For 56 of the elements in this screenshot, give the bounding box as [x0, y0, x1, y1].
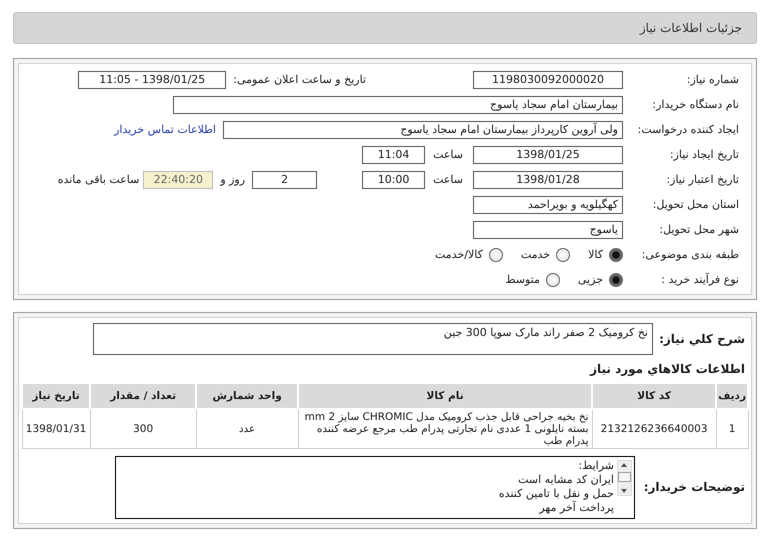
- column-header: نام کالا: [298, 383, 592, 409]
- table-cell: 1: [716, 409, 748, 448]
- column-header: کد کالا: [592, 383, 716, 409]
- field-label: ساعت: [433, 173, 463, 186]
- column-header: ردیف: [716, 383, 748, 409]
- section-title: اطلاعات کالاهاي مورد نياز: [590, 362, 745, 376]
- radio-button[interactable]: [609, 248, 623, 262]
- column-header: تاریخ نیاز: [22, 383, 90, 409]
- radio-label: کالا: [588, 248, 603, 261]
- text-field[interactable]: یاسوج: [473, 220, 623, 238]
- text-area[interactable]: نخ کرومیک 2 صفر راند مارک سوپا 300 جین: [93, 323, 653, 355]
- table-cell: 1398/01/31: [22, 409, 90, 448]
- column-header: واحد شمارش: [196, 383, 298, 409]
- text-field[interactable]: 1398/01/25: [473, 146, 623, 164]
- field-label: ساعت: [433, 148, 463, 161]
- field-label: توضیحات خریدار:: [642, 480, 746, 494]
- table-cell: نخ بخیه جراحی قابل جذب کرومیک مدل CHROMIC سایز 2 mm بسته نایلونی 1 عددی نام تجارتی پدرام طب مرجع عرضه کننده پدرام طب: [298, 409, 592, 448]
- field-label: شرح کلي نياز:: [658, 332, 746, 346]
- text-field[interactable]: بیمارستان امام سجاد یاسوج: [173, 96, 623, 114]
- scrollbar[interactable]: [617, 460, 632, 496]
- text-field[interactable]: 11:04: [362, 146, 426, 164]
- text-field[interactable]: 2: [252, 170, 318, 188]
- radio-button[interactable]: [556, 248, 570, 262]
- field-label: تاریخ و ساعت اعلان عمومی:: [233, 73, 366, 86]
- page-title: جزئیات اطلاعات نیاز: [640, 21, 742, 35]
- countdown-field: 22:40:20: [143, 170, 214, 188]
- text-field[interactable]: 1198030092000020: [473, 70, 623, 88]
- radio-label: جزیی: [578, 273, 603, 286]
- field-label: استان محل تحویل:: [652, 198, 740, 211]
- text-field[interactable]: 10:00: [362, 170, 426, 188]
- text-field[interactable]: 1398/01/28: [473, 170, 623, 188]
- radio-button[interactable]: [546, 272, 560, 286]
- field-label: نام دستگاه خریدار:: [651, 98, 740, 111]
- contact-link[interactable]: اطلاعات تماس خریدار: [114, 123, 216, 136]
- table-cell: 2132126236640003: [592, 409, 716, 448]
- field-label: طبقه بندی موضوعی:: [640, 248, 740, 261]
- field-label: شهر محل تحویل:: [658, 223, 740, 236]
- column-header: تعداد / مقدار: [90, 383, 196, 409]
- text-field[interactable]: 1398/01/25 - 11:05: [78, 70, 226, 88]
- field-label: تاریخ ایجاد نیاز:: [668, 148, 740, 161]
- radio-label: کالا/خدمت: [435, 248, 483, 261]
- text-field[interactable]: کهگیلویه و بویراحمد: [473, 196, 623, 214]
- table-cell: عدد: [196, 409, 298, 448]
- radio-label: متوسط: [505, 273, 540, 286]
- field-label: ساعت باقی مانده: [58, 173, 140, 186]
- field-label: تاریخ اعتبار نیاز:: [665, 173, 740, 186]
- field-label: شماره نیاز:: [686, 73, 740, 86]
- radio-button[interactable]: [609, 272, 623, 286]
- radio-button[interactable]: [488, 248, 503, 262]
- field-label: ایجاد کننده درخواست:: [636, 123, 740, 136]
- text-area[interactable]: شرایط: ایران کد مشابه است حمل و نقل با تامین کننده پرداخت آخر مهر: [115, 456, 635, 518]
- field-label: نوع فرآیند خرید :: [660, 273, 740, 286]
- text-field[interactable]: ولی آروین کارپرداز بیمارستان امام سجاد یاسوج: [223, 120, 623, 138]
- field-label: روز و: [220, 173, 246, 186]
- table-cell: 300: [90, 409, 196, 448]
- radio-label: خدمت: [520, 248, 550, 261]
